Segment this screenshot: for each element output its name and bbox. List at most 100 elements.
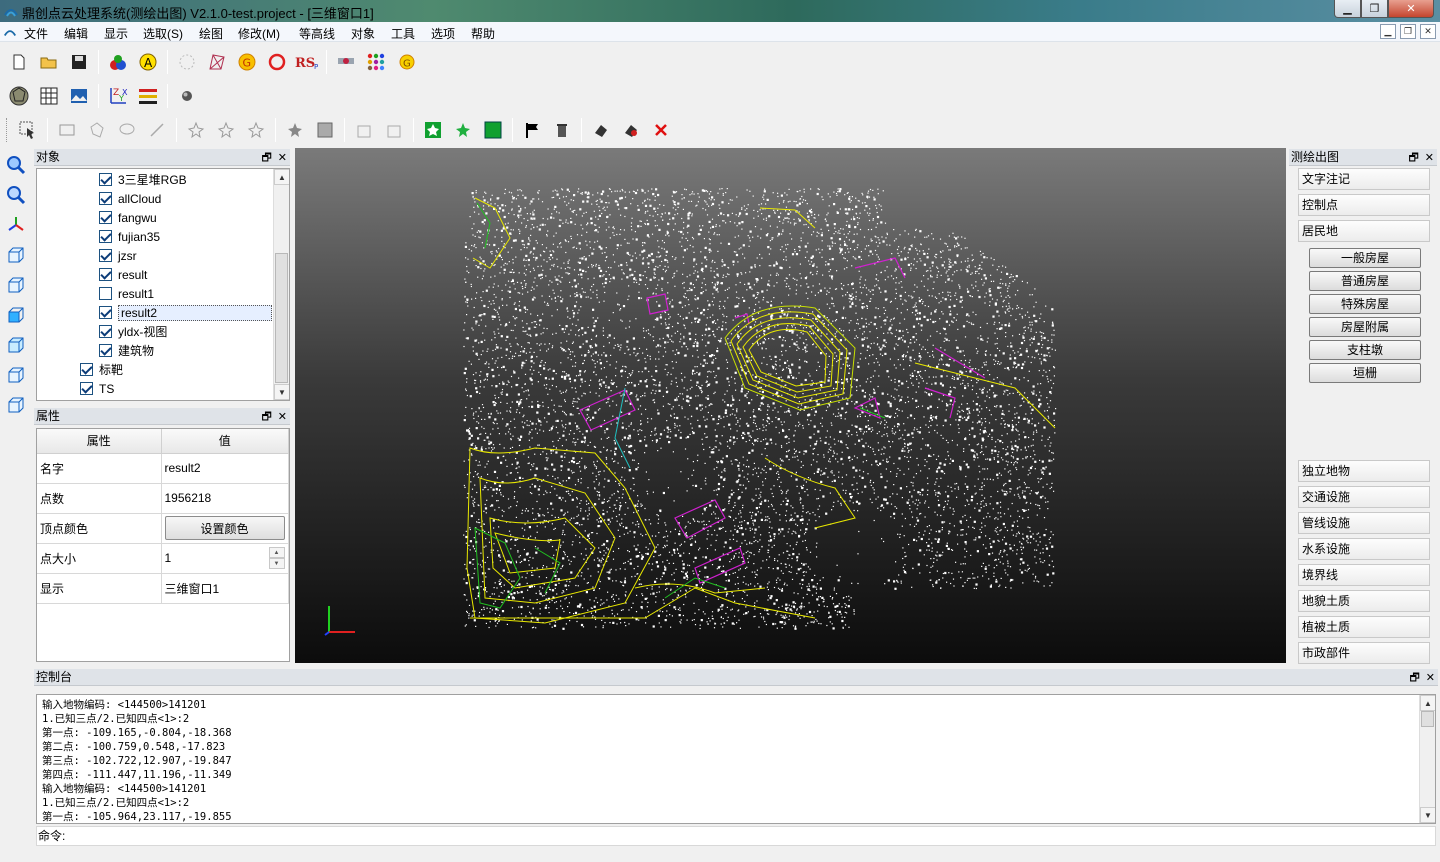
zoom-button[interactable] [0, 180, 32, 210]
tree-item[interactable]: result1 [99, 284, 154, 303]
delete-button[interactable] [547, 116, 577, 144]
satellite-button[interactable] [331, 48, 361, 76]
tree-item[interactable]: allCloud [99, 189, 161, 208]
checkbox[interactable] [80, 382, 93, 395]
line-select-button[interactable] [142, 116, 172, 144]
model-button[interactable] [4, 82, 34, 110]
category-vegetation-button[interactable]: 植被土质 [1298, 616, 1430, 638]
menu-contour[interactable]: 等高线 [299, 25, 335, 42]
3d-viewport[interactable] [295, 148, 1286, 663]
triangulate-button[interactable] [202, 48, 232, 76]
tree-item-selected[interactable]: result2 [99, 303, 272, 322]
g-settings-button[interactable]: G [391, 48, 421, 76]
restore-button[interactable]: ❐ [1361, 0, 1388, 18]
tool-a-button[interactable] [181, 116, 211, 144]
category-boundary-button[interactable]: 境界线 [1298, 564, 1430, 586]
axis-button[interactable]: ZYX [103, 82, 133, 110]
layers-button[interactable] [133, 82, 163, 110]
rect-select-button[interactable] [52, 116, 82, 144]
tree-item[interactable]: 标靶 [80, 360, 123, 379]
checkbox[interactable] [80, 363, 93, 376]
tree-scrollbar[interactable]: ▲ ▼ [273, 169, 289, 400]
category-control-point-button[interactable]: 控制点 [1298, 194, 1430, 216]
prop-name-value[interactable]: result2 [161, 453, 289, 484]
scroll-up-icon[interactable]: ▲ [274, 169, 289, 185]
grid-button[interactable] [34, 82, 64, 110]
scroll-thumb[interactable] [275, 253, 288, 383]
scroll-up-icon[interactable]: ▲ [1420, 695, 1435, 711]
color-points-button[interactable] [103, 48, 133, 76]
checkbox[interactable] [99, 249, 112, 262]
menu-edit[interactable]: 编辑 [64, 25, 88, 42]
menu-tools[interactable]: 工具 [391, 25, 415, 42]
new-file-button[interactable] [4, 48, 34, 76]
float-icon[interactable]: 🗗 [1408, 150, 1418, 166]
tree-item[interactable]: result [99, 265, 147, 284]
pillar-button[interactable]: 支柱墩 [1309, 340, 1421, 360]
checkbox[interactable] [99, 287, 112, 300]
scroll-down-icon[interactable]: ▼ [274, 384, 289, 400]
app-menu-icon[interactable] [3, 25, 17, 39]
view-back-button[interactable] [0, 270, 32, 300]
scroll-thumb[interactable] [1421, 711, 1434, 727]
view-left-button[interactable] [0, 360, 32, 390]
menu-draw[interactable]: 绘图 [199, 25, 223, 42]
tree-item[interactable]: jzsr [99, 246, 137, 265]
tool-e-button[interactable] [310, 116, 340, 144]
close-icon[interactable]: ✕ [278, 409, 287, 425]
checkbox[interactable] [99, 173, 112, 186]
menu-file[interactable]: 文件 [24, 25, 48, 42]
save-button[interactable] [64, 48, 94, 76]
tree-item[interactable]: fujian35 [99, 227, 160, 246]
point-size-stepper[interactable]: 1 ▲ ▼ [165, 547, 285, 569]
view-right-button[interactable] [0, 390, 32, 420]
clean-a-button[interactable] [586, 116, 616, 144]
category-water-button[interactable]: 水系设施 [1298, 538, 1430, 560]
float-icon[interactable]: 🗗 [1409, 670, 1419, 686]
menu-object[interactable]: 对象 [351, 25, 375, 42]
rsp-button[interactable]: RS P [292, 48, 322, 76]
category-residential-button[interactable]: 居民地 [1298, 220, 1430, 242]
palette-button[interactable] [361, 48, 391, 76]
checkbox[interactable] [99, 211, 112, 224]
tool-f-button[interactable] [349, 116, 379, 144]
console-scrollbar[interactable]: ▲ ▼ [1419, 695, 1435, 823]
set-color-button[interactable]: 设置颜色 [164, 516, 285, 540]
checkbox[interactable] [99, 268, 112, 281]
close-icon[interactable]: ✕ [1425, 150, 1434, 166]
general-house-button[interactable]: 一般房屋 [1309, 248, 1421, 268]
point-cloud-button[interactable] [172, 48, 202, 76]
sphere-button[interactable] [172, 82, 202, 110]
image-view-button[interactable] [64, 82, 94, 110]
tree-item[interactable]: 3三星堆RGB [99, 170, 187, 189]
command-input[interactable]: 命令: [36, 826, 1436, 846]
tree-item[interactable]: 建筑物 [99, 341, 154, 360]
minimize-button[interactable]: ▁ [1334, 0, 1361, 18]
tree-item[interactable]: fangwu [99, 208, 157, 227]
checkbox[interactable] [99, 306, 112, 319]
tool-c-button[interactable] [241, 116, 271, 144]
menu-select[interactable]: 选取(S) [143, 25, 183, 42]
tool-b-button[interactable] [211, 116, 241, 144]
close-icon[interactable]: ✕ [1426, 670, 1435, 686]
select-button[interactable] [13, 116, 43, 144]
category-landform-button[interactable]: 地貌土质 [1298, 590, 1430, 612]
green-tool-b-button[interactable] [448, 116, 478, 144]
axis-view-button[interactable] [0, 210, 32, 240]
flag-button[interactable] [517, 116, 547, 144]
view-top-button[interactable] [0, 300, 32, 330]
g-ring-button[interactable]: G [232, 48, 262, 76]
stepper-up-icon[interactable]: ▲ [268, 547, 285, 558]
open-file-button[interactable] [34, 48, 64, 76]
stepper-down-icon[interactable]: ▼ [268, 558, 285, 569]
circle-fit-button[interactable] [262, 48, 292, 76]
fence-button[interactable]: 垣栅 [1309, 363, 1421, 383]
category-municipal-button[interactable]: 市政部件 [1298, 642, 1430, 664]
view-front-button[interactable] [0, 240, 32, 270]
mdi-close-button[interactable]: ✕ [1420, 24, 1436, 39]
lasso-select-button[interactable] [112, 116, 142, 144]
prop-display-value[interactable]: 三维窗口1 [161, 573, 289, 604]
zoom-in-button[interactable] [0, 150, 32, 180]
category-text-annotation-button[interactable]: 文字注记 [1298, 168, 1430, 190]
scroll-down-icon[interactable]: ▼ [1420, 807, 1435, 823]
